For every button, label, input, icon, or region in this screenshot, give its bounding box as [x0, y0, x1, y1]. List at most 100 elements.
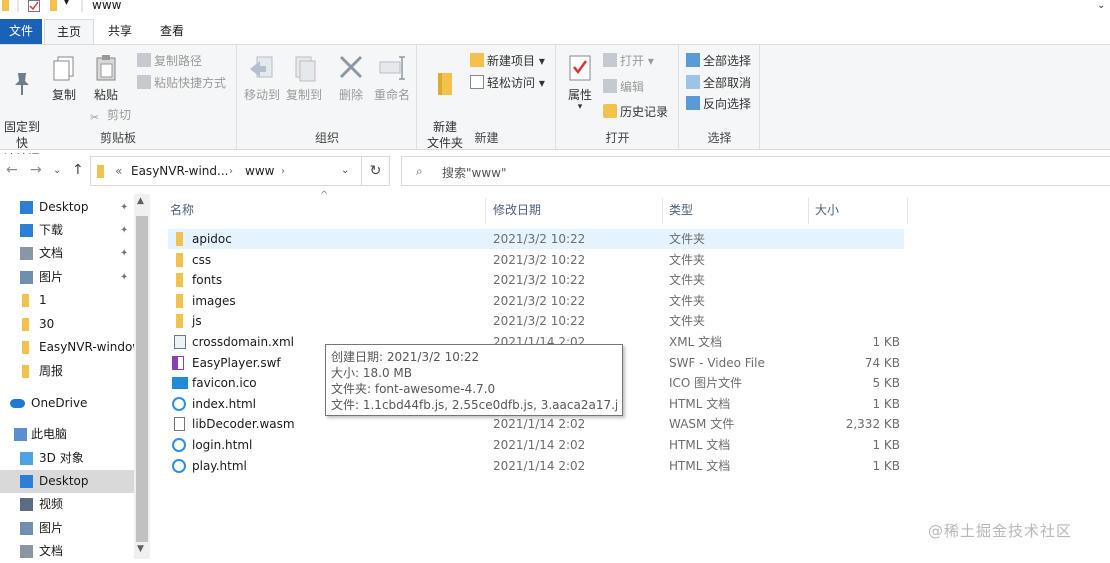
- file-row[interactable]: images 2021/3/2 10:22 文件夹: [168, 291, 904, 311]
- search-input[interactable]: 搜索"www": [442, 164, 506, 181]
- recent-locations-icon[interactable]: ⌄: [53, 165, 61, 176]
- breadcrumb-current[interactable]: www: [245, 164, 274, 178]
- properties-button[interactable]: 属性 ▾: [561, 49, 599, 112]
- nav-item[interactable]: OneDrive: [0, 392, 134, 415]
- column-header-size[interactable]: 大小: [809, 198, 908, 224]
- select-all-button[interactable]: 全部选择: [686, 51, 751, 71]
- paste-button[interactable]: 粘贴: [86, 49, 126, 103]
- cut-button[interactable]: ✂ 剪切: [90, 105, 131, 125]
- delete-button[interactable]: 删除: [334, 49, 368, 103]
- swf-file-icon: [172, 355, 184, 370]
- easy-access-button[interactable]: 轻松访问 ▾: [470, 73, 545, 93]
- properties-check-icon[interactable]: [28, 0, 40, 12]
- tab-file[interactable]: 文件: [0, 19, 42, 44]
- new-item-icon: [470, 53, 484, 67]
- nav-item-label: 视频: [39, 497, 64, 511]
- nav-scrollbar[interactable]: ▲ ▼: [134, 194, 150, 559]
- file-name: css: [192, 252, 212, 267]
- file-size: 1 KB: [872, 438, 900, 452]
- rename-button[interactable]: 重命名: [372, 49, 412, 103]
- folder-icon: [176, 314, 183, 329]
- file-row[interactable]: libDecoder.wasm 2021/1/14 2:02 WASM 文件 2,33…: [168, 414, 904, 434]
- file-row[interactable]: apidoc 2021/3/2 10:22 文件夹: [168, 229, 904, 249]
- refresh-button[interactable]: ↻: [362, 156, 390, 186]
- nav-item[interactable]: 视频: [0, 493, 134, 516]
- file-row[interactable]: js 2021/3/2 10:22 文件夹: [168, 311, 904, 331]
- copy-button[interactable]: 复制: [46, 49, 82, 103]
- tab-share[interactable]: 共享: [97, 19, 143, 44]
- customize-quick-access-icon[interactable]: ▾: [64, 0, 69, 9]
- file-row[interactable]: fonts 2021/3/2 10:22 文件夹: [168, 270, 904, 290]
- nav-item[interactable]: 周报: [0, 360, 134, 383]
- nav-item[interactable]: 此电脑: [0, 423, 134, 446]
- history-button[interactable]: 历史记录: [603, 102, 668, 122]
- file-row[interactable]: login.html 2021/1/14 2:02 HTML 文档 1 KB: [168, 435, 904, 455]
- pin-quick-access-button[interactable]: 固定到快 速访问: [0, 49, 44, 167]
- picture-icon: [20, 522, 33, 535]
- search-box[interactable]: ⌕ 搜索"www": [401, 156, 1110, 186]
- nav-item[interactable]: 图片 ✦: [0, 266, 134, 289]
- select-all-label: 全部选择: [703, 54, 752, 68]
- file-row[interactable]: play.html 2021/1/14 2:02 HTML 文档 1 KB: [168, 456, 904, 476]
- nav-item[interactable]: 30: [0, 313, 134, 336]
- move-to-button[interactable]: 移动到: [242, 49, 282, 103]
- nav-item-label: 图片: [39, 270, 64, 284]
- file-size: 1 KB: [872, 396, 900, 411]
- nav-item[interactable]: Desktop: [0, 470, 134, 493]
- tab-view[interactable]: 查看: [149, 19, 195, 44]
- edit-label: 编辑: [620, 80, 645, 94]
- pin-icon[interactable]: ✦: [120, 242, 128, 265]
- back-arrow-icon[interactable]: ←: [6, 162, 18, 178]
- invert-selection-button[interactable]: 反向选择: [686, 94, 751, 114]
- pin-icon[interactable]: ✦: [120, 219, 128, 242]
- new-group-label: 新建: [474, 131, 499, 145]
- column-header-type[interactable]: 类型: [663, 198, 809, 224]
- html-file-icon: [172, 438, 186, 452]
- nav-item[interactable]: 文档: [0, 540, 134, 563]
- column-header-name[interactable]: 名称: [164, 198, 486, 224]
- edit-button[interactable]: 编辑: [603, 77, 644, 97]
- pin-icon[interactable]: ✦: [120, 266, 128, 289]
- breadcrumb-overflow[interactable]: «: [115, 164, 122, 178]
- nav-item[interactable]: Desktop ✦: [0, 196, 134, 219]
- nav-item[interactable]: 文档 ✦: [0, 242, 134, 265]
- copy-to-button[interactable]: 复制到: [284, 49, 324, 103]
- scroll-down-icon[interactable]: ▼: [137, 544, 144, 554]
- file-row[interactable]: css 2021/3/2 10:22 文件夹: [168, 250, 904, 270]
- file-size: 1 KB: [872, 458, 900, 473]
- forward-arrow-icon[interactable]: →: [30, 162, 42, 178]
- chevron-down-icon[interactable]: ⌄: [341, 165, 349, 176]
- folder-info-tooltip: 创建日期: 2021/3/2 10:22 大小: 18.0 MB 文件夹: fo…: [325, 344, 623, 416]
- scrollbar-thumb[interactable]: [136, 216, 148, 542]
- open-button[interactable]: 打开 ▾: [603, 51, 654, 71]
- chevron-down-icon[interactable]: ⌄: [1097, 0, 1105, 11]
- address-row: ← → ⌄ ↑ « EasyNVR-wind... › www › ⌄ ↻ ⌕ …: [0, 154, 1110, 188]
- new-folder-quick-icon[interactable]: [50, 0, 58, 12]
- new-item-button[interactable]: 新建项目 ▾: [470, 51, 545, 71]
- paste-shortcut-button[interactable]: 粘贴快捷方式: [137, 73, 226, 93]
- ico-file-icon: [172, 377, 188, 390]
- copy-path-label: 复制路径: [154, 54, 203, 68]
- nav-item-label: OneDrive: [31, 396, 88, 410]
- tab-home[interactable]: 主页: [44, 19, 94, 45]
- new-item-label: 新建项目: [487, 54, 536, 68]
- navigation-pane: Desktop ✦ 下载 ✦ 文档 ✦ 图片 ✦ 1 30 EasyNVR-window 周报 OneD…: [0, 192, 150, 559]
- nav-item[interactable]: EasyNVR-window: [0, 336, 134, 359]
- select-none-button[interactable]: 全部取消: [686, 73, 751, 93]
- nav-item[interactable]: 图片: [0, 517, 134, 540]
- copy-label: 复制: [51, 88, 76, 102]
- address-bar[interactable]: « EasyNVR-wind... › www › ⌄: [90, 156, 362, 186]
- new-group: 新建 文件夹 新建项目 ▾ 轻松访问 ▾ 新建: [418, 45, 556, 150]
- separator: |: [80, 0, 85, 12]
- copy-path-button[interactable]: 复制路径: [137, 51, 202, 71]
- nav-item[interactable]: 下载 ✦: [0, 219, 134, 242]
- clipboard-group-label: 剪贴板: [99, 131, 136, 145]
- breadcrumb-parent[interactable]: EasyNVR-wind...: [131, 164, 228, 178]
- select-none-icon: [686, 75, 700, 89]
- column-header-date[interactable]: 修改日期: [487, 198, 663, 224]
- pin-icon[interactable]: ✦: [120, 196, 128, 219]
- up-arrow-icon[interactable]: ↑: [72, 162, 84, 178]
- nav-item[interactable]: 1: [0, 289, 134, 312]
- scroll-up-icon[interactable]: ▲: [137, 196, 144, 206]
- nav-item[interactable]: 3D 对象: [0, 447, 134, 470]
